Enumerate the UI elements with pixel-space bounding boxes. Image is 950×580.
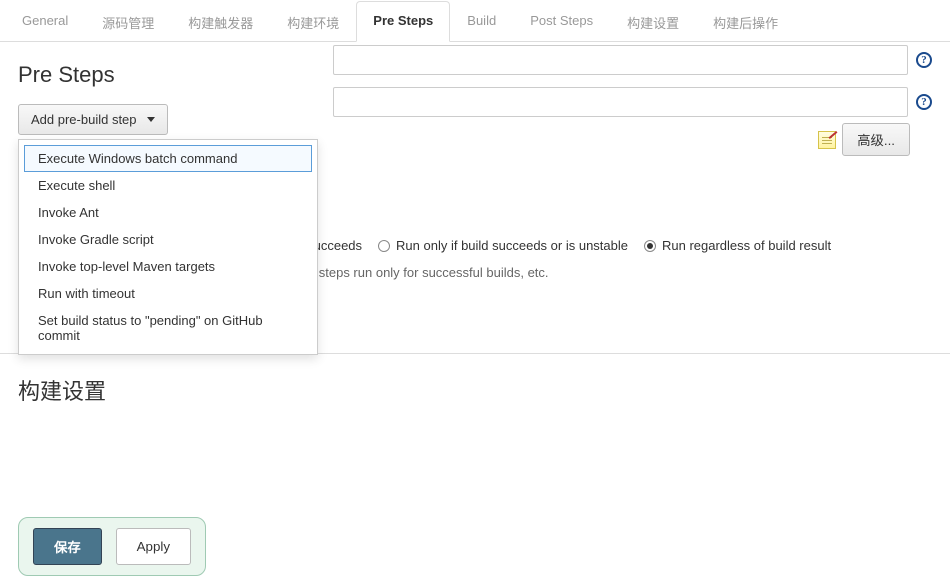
tab-post-steps[interactable]: Post Steps xyxy=(513,1,610,42)
tab-triggers[interactable]: 构建触发器 xyxy=(171,1,270,42)
tab-build[interactable]: Build xyxy=(450,1,513,42)
save-footer: 保存 Apply xyxy=(18,517,206,576)
radio-icon xyxy=(644,240,656,252)
radio-label: Run regardless of build result xyxy=(662,238,831,253)
menu-item-run-with-timeout[interactable]: Run with timeout xyxy=(24,280,312,307)
tab-environment[interactable]: 构建环境 xyxy=(270,1,356,42)
menu-item-execute-windows-batch[interactable]: Execute Windows batch command xyxy=(24,145,312,172)
tab-general[interactable]: General xyxy=(5,1,85,42)
tab-build-settings[interactable]: 构建设置 xyxy=(610,1,696,42)
radio-regardless[interactable]: Run regardless of build result xyxy=(644,238,831,253)
radio-succeeds-or-unstable[interactable]: Run only if build succeeds or is unstabl… xyxy=(378,238,628,253)
advanced-button[interactable]: 高级... xyxy=(842,123,910,156)
help-icon[interactable]: ? xyxy=(916,94,932,110)
tab-scm[interactable]: 源码管理 xyxy=(85,1,171,42)
save-button[interactable]: 保存 xyxy=(33,528,102,565)
build-settings-header: 构建设置 xyxy=(18,374,932,406)
apply-button[interactable]: Apply xyxy=(116,528,191,565)
tab-post-build[interactable]: 构建后操作 xyxy=(696,1,795,42)
build-field-2[interactable] xyxy=(333,87,908,117)
menu-item-invoke-gradle[interactable]: Invoke Gradle script xyxy=(24,226,312,253)
notes-icon xyxy=(818,131,836,149)
build-field-1[interactable] xyxy=(333,45,908,75)
menu-item-invoke-maven[interactable]: Invoke top-level Maven targets xyxy=(24,253,312,280)
config-tabs: General 源码管理 构建触发器 构建环境 Pre Steps Build … xyxy=(0,0,950,42)
pre-build-step-menu: Execute Windows batch command Execute sh… xyxy=(18,139,318,355)
menu-item-invoke-ant[interactable]: Invoke Ant xyxy=(24,199,312,226)
help-icon[interactable]: ? xyxy=(916,52,932,68)
radio-label: Run only if build succeeds or is unstabl… xyxy=(396,238,628,253)
tab-pre-steps[interactable]: Pre Steps xyxy=(356,1,450,42)
menu-item-set-github-status[interactable]: Set build status to "pending" on GitHub … xyxy=(24,307,312,349)
menu-item-execute-shell[interactable]: Execute shell xyxy=(24,172,312,199)
radio-icon xyxy=(378,240,390,252)
